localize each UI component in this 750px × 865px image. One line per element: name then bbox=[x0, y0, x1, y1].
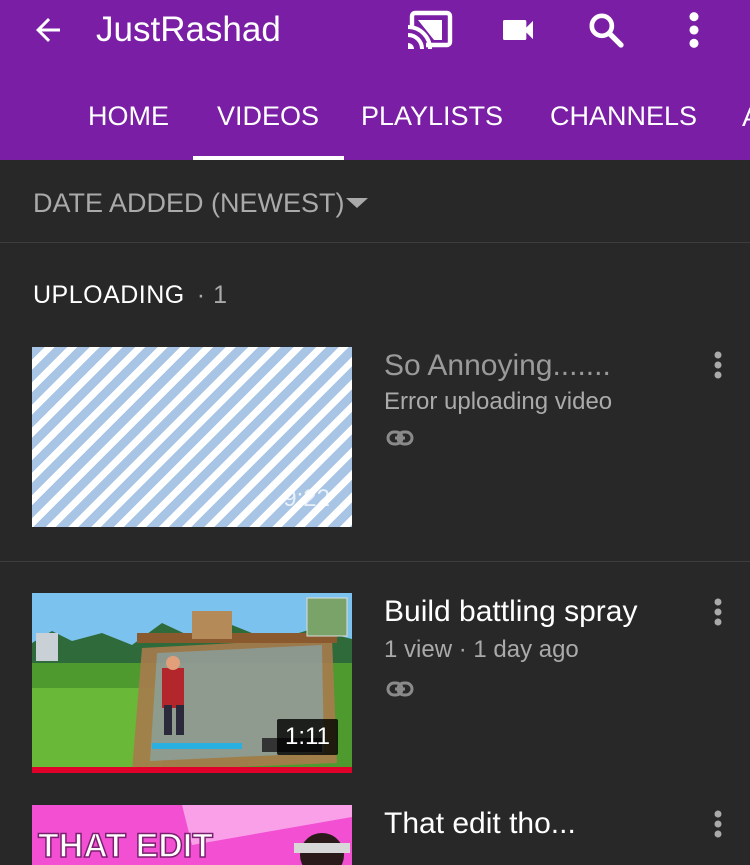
watched-progress-bar bbox=[32, 767, 352, 773]
video-duration: 1:11 bbox=[277, 719, 338, 755]
thumbnail-text: THAT EDIT bbox=[38, 827, 213, 865]
tab-playlists[interactable]: PLAYLISTS bbox=[361, 80, 503, 160]
arrow-left-icon[interactable] bbox=[30, 12, 66, 48]
search-icon[interactable] bbox=[586, 10, 626, 50]
more-vertical-icon[interactable] bbox=[710, 809, 726, 839]
tab-about-clipped[interactable]: A bbox=[742, 100, 750, 134]
channel-tabs: HOME VIDEOS PLAYLISTS CHANNELS bbox=[0, 80, 750, 160]
more-vertical-icon[interactable] bbox=[680, 10, 708, 50]
video-thumbnail[interactable]: THAT EDIT bbox=[32, 805, 352, 865]
app-bar: JustRashad HOME VIDEOS PLAYLISTS CHANNEL… bbox=[0, 0, 750, 160]
video-status: Error uploading video bbox=[384, 388, 613, 415]
divider bbox=[0, 561, 750, 562]
link-icon bbox=[386, 681, 414, 697]
cast-icon[interactable] bbox=[406, 10, 454, 50]
video-title[interactable]: Build battling spray bbox=[384, 592, 637, 632]
video-title[interactable]: So Annoying....... bbox=[384, 346, 611, 386]
uploading-header: UPLOADING · 1 bbox=[33, 278, 227, 312]
edit-thumbnail-image: THAT EDIT bbox=[32, 805, 352, 865]
tab-videos[interactable]: VIDEOS bbox=[192, 80, 345, 160]
uploading-count: 1 bbox=[213, 281, 227, 309]
channel-title: JustRashad bbox=[96, 10, 281, 49]
video-title[interactable]: That edit tho... bbox=[384, 804, 576, 844]
separator-dot: · bbox=[196, 281, 206, 309]
caret-down-icon[interactable] bbox=[346, 198, 368, 208]
video-thumbnail-uploading[interactable]: 9:22 bbox=[32, 347, 352, 527]
tab-channels[interactable]: CHANNELS bbox=[550, 80, 697, 160]
tab-home[interactable]: HOME bbox=[88, 80, 169, 160]
video-camera-icon[interactable] bbox=[498, 10, 538, 50]
more-vertical-icon[interactable] bbox=[710, 597, 726, 627]
link-icon bbox=[386, 430, 414, 446]
more-vertical-icon[interactable] bbox=[710, 350, 726, 380]
sort-label[interactable]: DATE ADDED (NEWEST) bbox=[33, 186, 345, 220]
sort-bar[interactable]: DATE ADDED (NEWEST) bbox=[0, 160, 750, 243]
video-meta: 1 view · 1 day ago bbox=[384, 636, 579, 663]
uploading-title: UPLOADING bbox=[33, 281, 185, 309]
video-duration: 9:22 bbox=[283, 485, 330, 512]
